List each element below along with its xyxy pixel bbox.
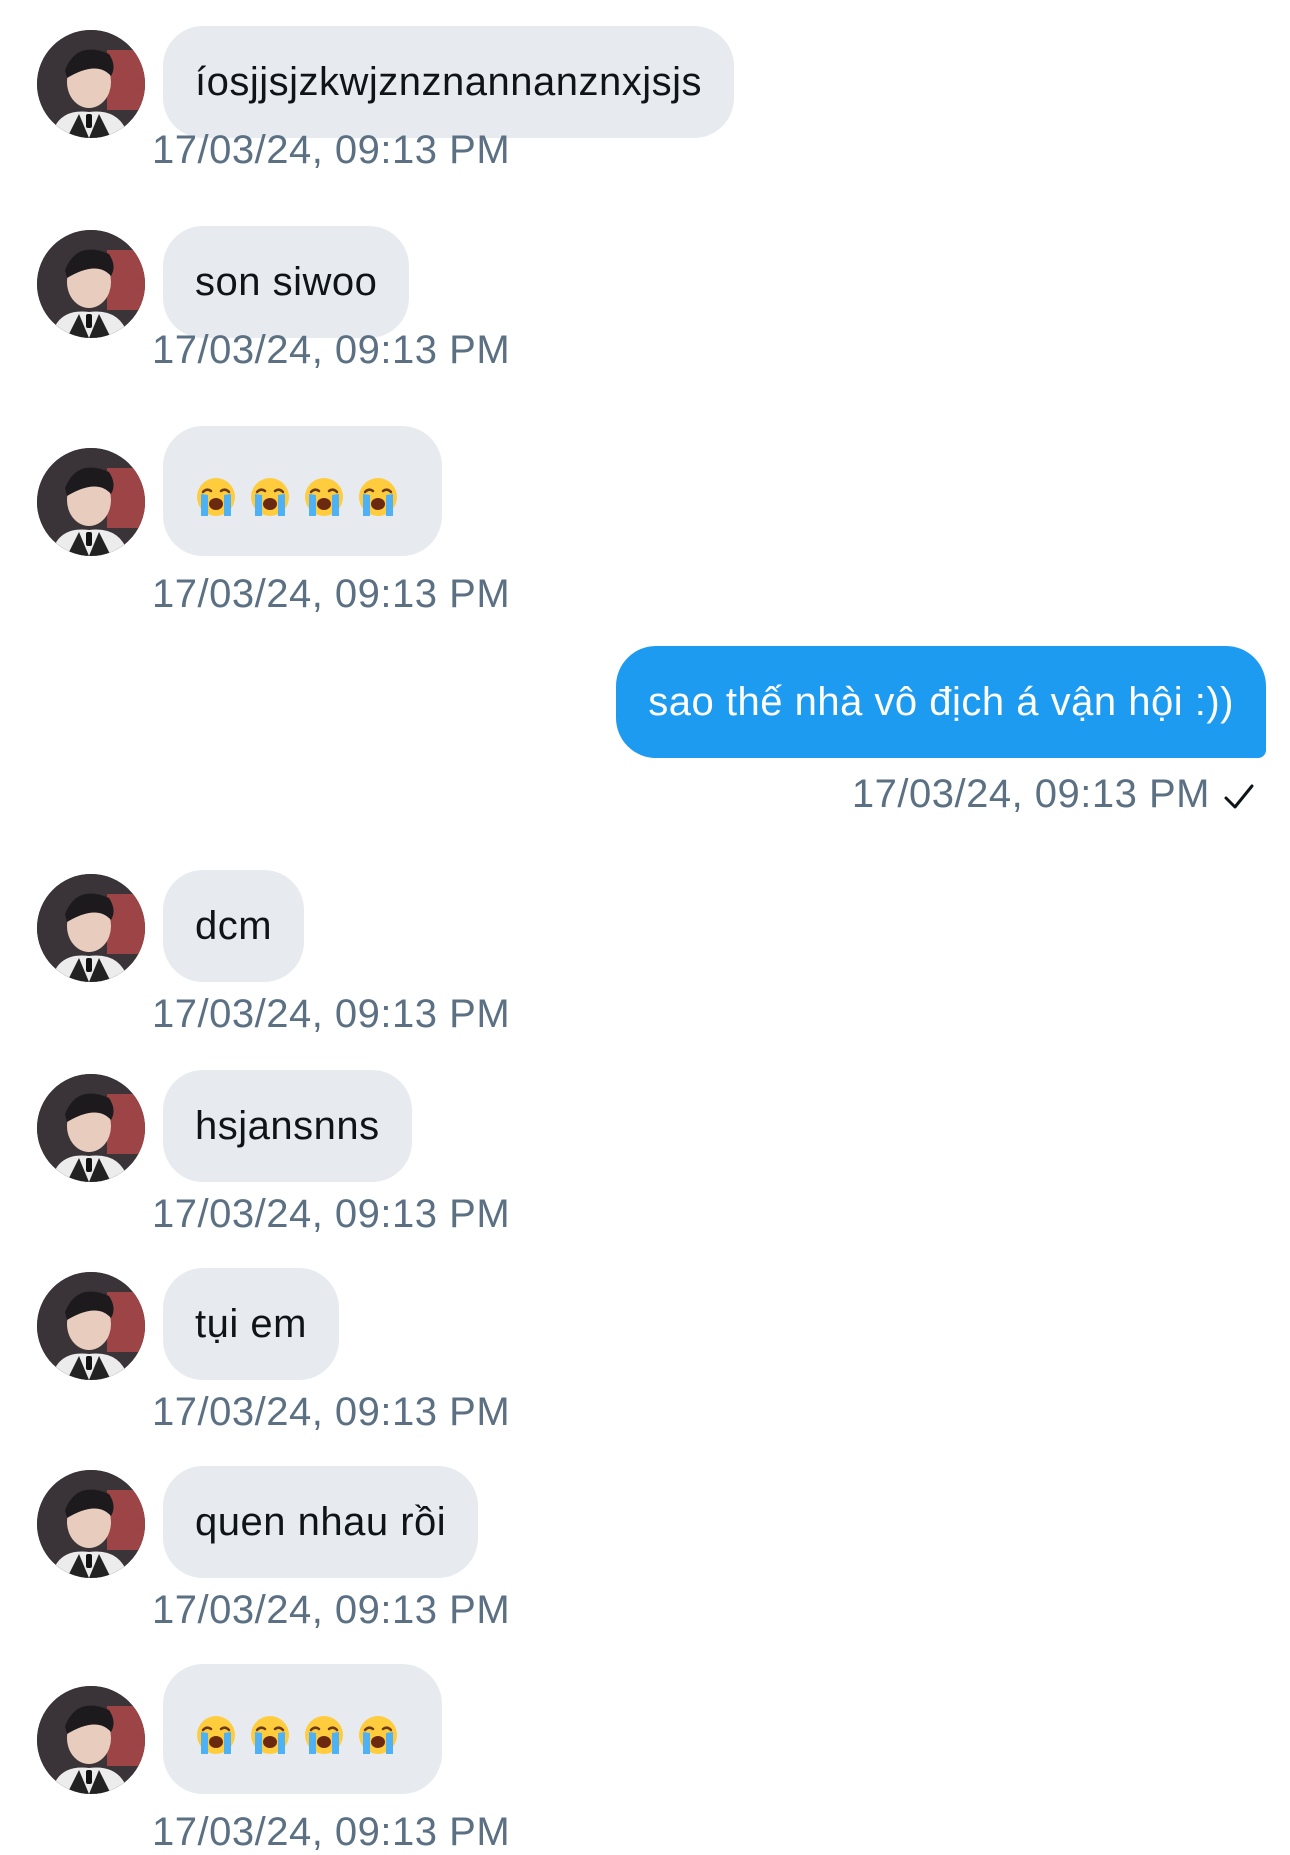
message-bubble[interactable]: íosjjsjzkwjznznannanznxjsjs xyxy=(163,26,735,138)
message-timestamp: 17/03/24, 09:13 PM xyxy=(152,128,511,172)
message-text: hsjansnns xyxy=(195,1104,380,1148)
message-text: son siwoo xyxy=(195,260,378,304)
message-bubble[interactable]: tụi em xyxy=(163,1268,339,1380)
avatar[interactable] xyxy=(37,874,145,982)
message-timestamp: 17/03/24, 09:13 PM xyxy=(152,1588,511,1632)
message-bubble[interactable] xyxy=(163,1664,442,1794)
avatar[interactable] xyxy=(37,1686,145,1794)
message-text: sao thế nhà vô địch á vận hội :)) xyxy=(648,680,1234,724)
avatar[interactable] xyxy=(37,230,145,338)
loudly-crying-face-icon xyxy=(359,1716,397,1755)
message-timestamp: 17/03/24, 09:13 PM xyxy=(152,1390,511,1434)
avatar[interactable] xyxy=(37,1272,145,1380)
message-text: tụi em xyxy=(195,1302,307,1346)
message-timestamp: 17/03/24, 09:13 PM xyxy=(152,992,511,1036)
message-text: quen nhau rồi xyxy=(195,1500,447,1544)
avatar[interactable] xyxy=(37,1470,145,1578)
message-bubble-outgoing[interactable]: sao thế nhà vô địch á vận hội :)) xyxy=(616,646,1266,758)
emoji-group xyxy=(195,473,411,517)
loudly-crying-face-icon xyxy=(305,478,343,517)
loudly-crying-face-icon xyxy=(359,478,397,517)
message-bubble[interactable] xyxy=(163,426,442,556)
loudly-crying-face-icon xyxy=(197,1716,235,1755)
avatar[interactable] xyxy=(37,448,145,556)
avatar[interactable] xyxy=(37,1074,145,1182)
message-bubble[interactable]: dcm xyxy=(163,870,305,982)
message-bubble[interactable]: son siwoo xyxy=(163,226,410,338)
message-timestamp: 17/03/24, 09:13 PM xyxy=(152,1192,511,1236)
loudly-crying-face-icon xyxy=(197,478,235,517)
message-timestamp: 17/03/24, 09:13 PM xyxy=(152,328,511,372)
message-thread: íosjjsjzkwjznznannanznxjsjs 17/03/24, 09… xyxy=(0,0,1290,1854)
message-timestamp: 17/03/24, 09:13 PM xyxy=(152,1810,511,1854)
avatar[interactable] xyxy=(37,30,145,138)
message-timestamp: 17/03/24, 09:13 PM xyxy=(851,772,1210,816)
message-bubble[interactable]: quen nhau rồi xyxy=(163,1466,479,1578)
message-text: dcm xyxy=(195,904,273,948)
loudly-crying-face-icon xyxy=(251,1716,289,1755)
loudly-crying-face-icon xyxy=(251,478,289,517)
message-bubble[interactable]: hsjansnns xyxy=(163,1070,412,1182)
check-icon xyxy=(1224,784,1254,809)
loudly-crying-face-icon xyxy=(305,1716,343,1755)
message-text: íosjjsjzkwjznznannanznxjsjs xyxy=(195,60,703,104)
emoji-group xyxy=(195,1711,411,1755)
message-timestamp: 17/03/24, 09:13 PM xyxy=(152,572,511,616)
